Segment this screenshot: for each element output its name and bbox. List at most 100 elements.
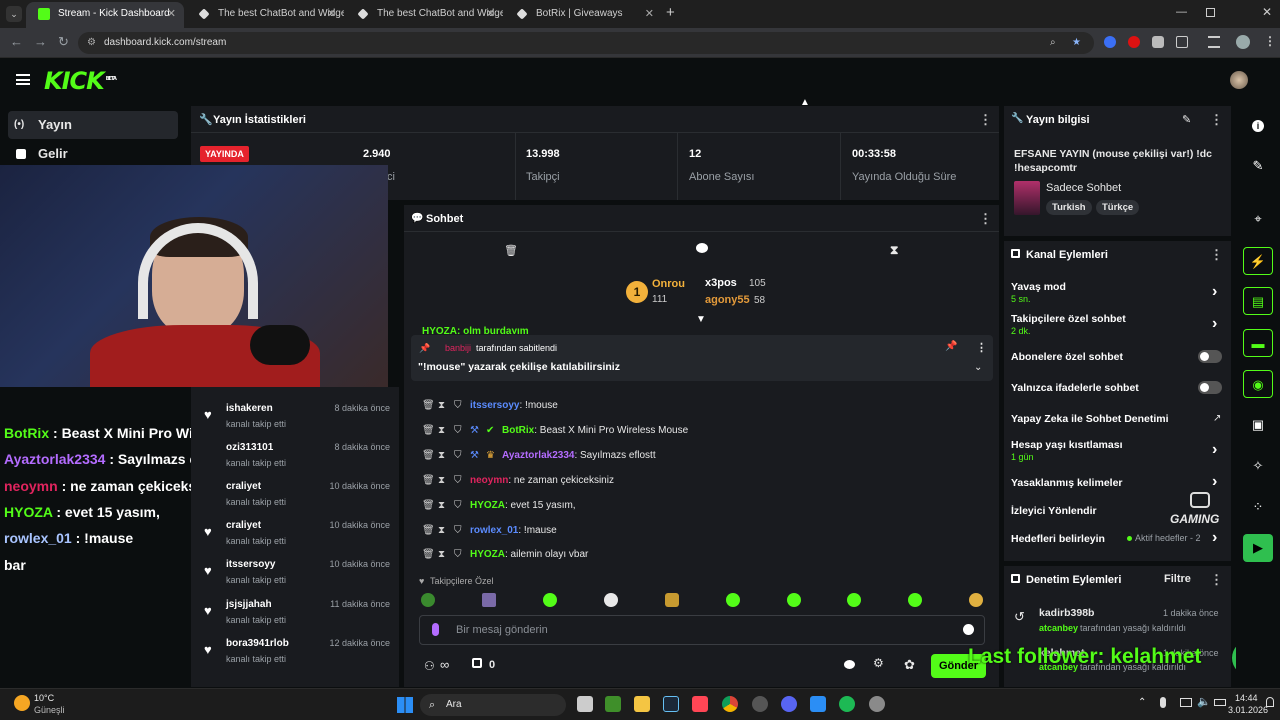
emote-9-icon[interactable]	[908, 593, 922, 607]
profile-avatar[interactable]	[1236, 35, 1250, 49]
bookmark-star-icon[interactable]: ★	[1072, 32, 1081, 54]
collapse-pinned-icon[interactable]: ⌄	[974, 362, 982, 373]
info-icon[interactable]: i	[1243, 111, 1273, 139]
emote-5-icon[interactable]	[665, 593, 679, 607]
followers-chat-chevron-icon[interactable]: ›	[1212, 315, 1217, 333]
close-tab-icon[interactable]: ✕	[486, 2, 495, 26]
extension-3-icon[interactable]	[1152, 36, 1164, 48]
emote-10-icon[interactable]	[969, 593, 983, 607]
document-icon[interactable]: ▤	[1243, 287, 1273, 315]
notification-bell-icon[interactable]	[1266, 697, 1274, 707]
reload-icon[interactable]: ↻	[58, 34, 69, 50]
forward-icon[interactable]: →	[34, 34, 47, 49]
banned-words-chevron-icon[interactable]: ›	[1212, 473, 1217, 491]
valorant-icon[interactable]	[692, 696, 708, 712]
file-explorer-icon[interactable]	[634, 696, 650, 712]
delete-icon[interactable]: 🗑	[422, 471, 438, 491]
address-bar[interactable]: ⚙ dashboard.kick.com/stream ⌕ ★	[78, 32, 1094, 54]
external-link-icon[interactable]: ↗	[1213, 413, 1221, 424]
expand-leaderboard-icon[interactable]: ▼	[696, 314, 706, 325]
app-icon[interactable]	[810, 696, 826, 712]
browser-menu-icon[interactable]: ⋮	[1264, 34, 1276, 48]
app-badge-icon[interactable]	[752, 696, 768, 712]
close-tab-icon[interactable]: ✕	[645, 2, 654, 26]
weather-sun-icon[interactable]	[14, 695, 30, 711]
timeout-icon[interactable]: ⧗	[438, 446, 454, 466]
edit-icon[interactable]: ✎	[1243, 152, 1273, 180]
chat-rail-icon[interactable]: ▬	[1243, 329, 1273, 357]
site-info-icon[interactable]: ⚙	[87, 32, 96, 54]
emote-menu-icon[interactable]: ✿	[904, 657, 915, 673]
timeout-icon[interactable]: ⧗	[438, 496, 454, 516]
task-view-icon[interactable]	[577, 696, 593, 712]
minecraft-icon[interactable]	[605, 696, 621, 712]
tab-botrix-giveaways[interactable]: BotRix | Giveaways ✕	[504, 2, 662, 28]
close-tab-icon[interactable]: ✕	[327, 2, 336, 26]
timeout-icon[interactable]: ⧗	[438, 521, 454, 541]
extensions-puzzle-icon[interactable]	[1176, 36, 1188, 48]
volume-icon[interactable]: 🔈	[1197, 695, 1211, 708]
extension-2-icon[interactable]	[1128, 36, 1140, 48]
new-tab-icon[interactable]: +	[666, 4, 675, 21]
pinned-menu-icon[interactable]: ⋮	[976, 341, 987, 354]
stats-menu-icon[interactable]: ⋮	[979, 112, 992, 128]
emote-8-icon[interactable]	[847, 593, 861, 607]
moderation-menu-icon[interactable]: ⋮	[1210, 572, 1223, 588]
timeout-icon[interactable]: ⧗	[438, 471, 454, 491]
unpin-icon[interactable]: 📌	[945, 341, 957, 352]
emote-6-icon[interactable]	[726, 593, 740, 607]
spotify-icon[interactable]	[839, 696, 855, 712]
steam-icon[interactable]	[663, 696, 679, 712]
messages-tab-icon[interactable]	[696, 243, 708, 253]
tray-chevron-icon[interactable]: ⌃	[1138, 697, 1146, 708]
settings-gear-icon[interactable]: ⚙	[873, 656, 884, 670]
slow-mode-label[interactable]: Yavaş mod	[1011, 281, 1066, 293]
banned-words-label[interactable]: Yasaklanmış kelimeler	[1011, 477, 1123, 489]
slow-mode-chevron-icon[interactable]: ›	[1212, 283, 1217, 301]
botrix-icon[interactable]: ▶	[1243, 534, 1273, 562]
trash-tab-icon[interactable]: 🗑	[504, 244, 518, 257]
timeout-icon[interactable]: ⧗	[438, 545, 454, 565]
emote-3-icon[interactable]	[543, 593, 557, 607]
hamburger-menu-icon[interactable]	[16, 74, 30, 85]
tab-list-chevron-icon[interactable]: ⌄	[6, 6, 22, 22]
tab-stream-dashboard[interactable]: Stream - Kick Dashboard ✕	[26, 2, 184, 28]
channel-actions-menu-icon[interactable]: ⋮	[1210, 247, 1223, 263]
sidebar-item-stream[interactable]: (•) Yayın	[8, 111, 178, 139]
server-icon[interactable]: ▣	[1243, 411, 1273, 439]
back-icon[interactable]: ←	[10, 34, 23, 49]
tag-chip[interactable]: Türkçe	[1096, 200, 1140, 215]
emote-1-icon[interactable]	[421, 593, 435, 607]
age-restriction-chevron-icon[interactable]: ›	[1212, 441, 1217, 459]
chat-settings-bubble-icon[interactable]	[844, 660, 855, 669]
delete-icon[interactable]: 🗑	[422, 446, 438, 466]
battery-icon[interactable]	[1214, 699, 1226, 706]
mic-tray-icon[interactable]	[1160, 697, 1166, 708]
tab-botrix-2[interactable]: The best ChatBot and Widgets ✕	[345, 2, 503, 28]
quick-actions-icon[interactable]: ⚡	[1243, 247, 1273, 275]
subs-chat-toggle[interactable]	[1198, 350, 1222, 363]
microphone-icon[interactable]	[432, 623, 439, 636]
kick-logo[interactable]: KICK BETA	[44, 67, 117, 95]
tab-botrix-1[interactable]: The best ChatBot and Widgets ✕	[186, 2, 344, 28]
chrome-icon[interactable]	[722, 696, 738, 712]
minimize-icon[interactable]: —	[1176, 6, 1187, 18]
emote-2-icon[interactable]	[482, 593, 496, 607]
maximize-icon[interactable]	[1206, 8, 1215, 17]
extension-1-icon[interactable]	[1104, 36, 1116, 48]
delete-icon[interactable]: 🗑	[422, 496, 438, 516]
emote-chat-toggle[interactable]	[1198, 381, 1222, 394]
edit-pencil-icon[interactable]: ✎	[1182, 113, 1191, 126]
zoom-icon[interactable]: ⌕	[1050, 32, 1056, 54]
age-restriction-label[interactable]: Hesap yaşı kısıtlaması	[1011, 439, 1123, 451]
reading-list-icon[interactable]	[1208, 36, 1220, 48]
close-window-icon[interactable]: ✕	[1262, 5, 1272, 19]
wrench-icon[interactable]: ✧	[1243, 452, 1273, 480]
scan-icon[interactable]: ⌖	[1243, 205, 1273, 233]
discord-icon[interactable]	[781, 696, 797, 712]
chat-menu-icon[interactable]: ⋮	[979, 211, 992, 227]
viewer-redirect-label[interactable]: İzleyici Yönlendir	[1011, 505, 1097, 517]
emote-4-icon[interactable]	[604, 593, 618, 607]
cluster-icon[interactable]: ⁘	[1243, 493, 1273, 521]
network-icon[interactable]	[1180, 698, 1192, 707]
